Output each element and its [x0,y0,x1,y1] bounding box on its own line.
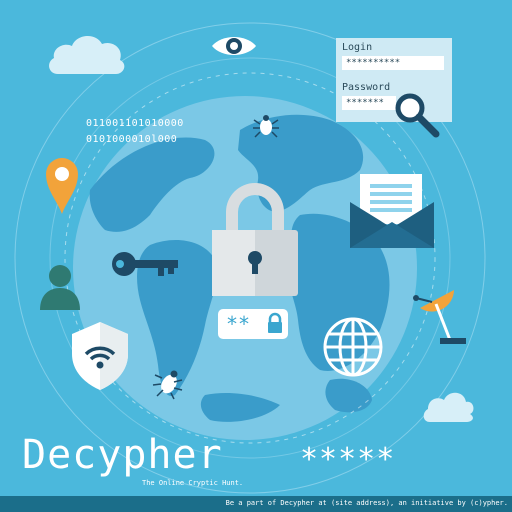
padlock-icon [212,183,298,296]
small-lock-icon [268,312,282,333]
footer-text: Be a part of Decypher at (site address),… [225,499,508,507]
cloud-icon [423,392,474,422]
globe-web-icon [323,317,383,377]
brand-stars: ***** [300,442,396,477]
bug-icon [253,115,279,138]
brand-title: Decypher [22,432,223,478]
login-label: Login [342,42,373,53]
user-icon [40,265,80,310]
password-badge-text: ** [226,312,251,336]
key-icon [112,252,178,276]
wifi-shield-icon [72,322,128,390]
password-field[interactable]: ******* [342,96,396,110]
login-field[interactable]: ********** [342,56,444,70]
binary-line-1: 011001101010000 [86,118,184,129]
bug-icon [152,370,183,400]
eye-icon [212,37,256,55]
envelope-icon [350,174,434,248]
satellite-dish-icon [413,290,466,344]
binary-line-2: 0101000010l000 [86,134,178,145]
location-pin-icon [46,158,78,214]
brand-tagline: The Online Cryptic Hunt. [142,479,244,487]
cloud-icon [49,35,125,74]
magnifier-icon [395,93,440,138]
password-label: Password [342,82,391,93]
